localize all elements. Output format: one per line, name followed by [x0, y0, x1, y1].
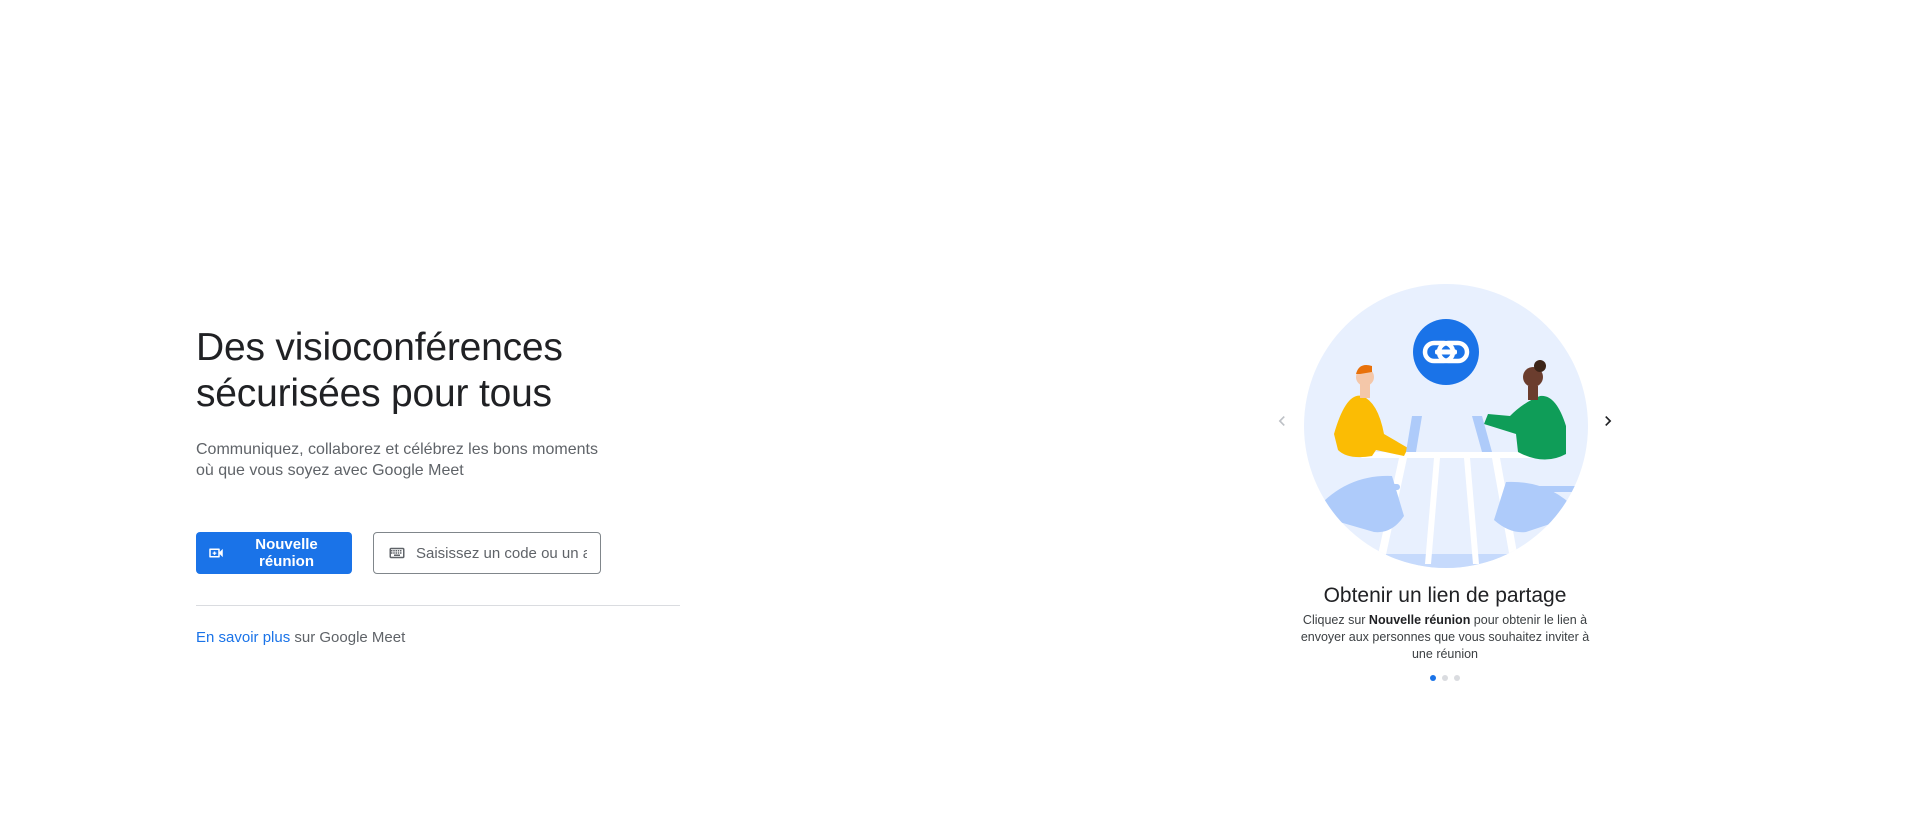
- hero-subtitle: Communiquez, collaborez et célébrez les …: [196, 439, 616, 481]
- feature-carousel: Obtenir un lien de partage Cliquez sur N…: [1270, 284, 1620, 684]
- meet-landing-page: Des visioconférences sécurisées pour tou…: [0, 0, 1920, 813]
- divider: [196, 605, 680, 606]
- keyboard-icon: [388, 544, 406, 562]
- share-link-illustration: [1304, 284, 1588, 568]
- new-meeting-button[interactable]: Nouvelle réunion: [196, 532, 352, 574]
- meeting-code-input[interactable]: [416, 544, 587, 562]
- slide-title: Obtenir un lien de partage: [1323, 584, 1567, 607]
- slide-description: Cliquez sur Nouvelle réunion pour obteni…: [1300, 612, 1590, 663]
- subtitle-line-2: où que vous soyez avec Google Meet: [196, 462, 464, 479]
- meeting-actions: Nouvelle réunion: [196, 532, 680, 574]
- chevron-right-icon: [1598, 411, 1618, 434]
- carousel-next-button[interactable]: [1596, 410, 1620, 434]
- learn-more-link[interactable]: En savoir plus: [196, 629, 290, 646]
- carousel-dot-2[interactable]: [1442, 675, 1448, 681]
- learn-more-suffix: sur Google Meet: [290, 629, 406, 646]
- video-add-icon: [207, 544, 225, 562]
- carousel-dots: [1270, 675, 1620, 681]
- new-meeting-label: Nouvelle réunion: [255, 536, 318, 570]
- carousel-prev-button[interactable]: [1270, 410, 1294, 434]
- slide-desc-bold: Nouvelle réunion: [1368, 613, 1471, 627]
- slide-desc-prefix: Cliquez sur: [1302, 613, 1369, 627]
- headline-line-2: sécurisées pour tous: [196, 372, 552, 415]
- hero-section: Des visioconférences sécurisées pour tou…: [196, 325, 680, 646]
- meeting-code-field[interactable]: [373, 532, 601, 574]
- carousel-dot-1[interactable]: [1430, 675, 1436, 681]
- learn-more-text: En savoir plus sur Google Meet: [196, 629, 680, 646]
- headline-line-1: Des visioconférences: [196, 326, 563, 369]
- subtitle-line-1: Communiquez, collaborez et célébrez les …: [196, 441, 598, 458]
- carousel-dot-3[interactable]: [1454, 675, 1460, 681]
- chevron-left-icon: [1272, 411, 1292, 434]
- page-title: Des visioconférences sécurisées pour tou…: [196, 325, 680, 417]
